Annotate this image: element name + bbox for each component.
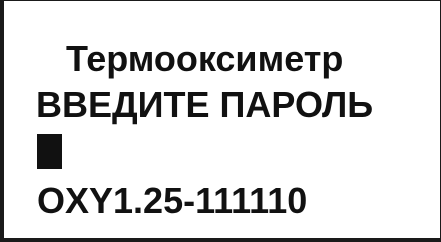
lcd-screen: Термооксиметр ВВЕДИТЕ ПАРОЛЬ OXY1.25-111… (0, 0, 441, 242)
password-prompt: ВВЕДИТЕ ПАРОЛЬ (36, 84, 374, 125)
device-title: Термооксиметр (66, 38, 344, 79)
firmware-version: OXY1.25-111110 (37, 180, 308, 221)
password-input-cursor[interactable] (37, 134, 62, 169)
